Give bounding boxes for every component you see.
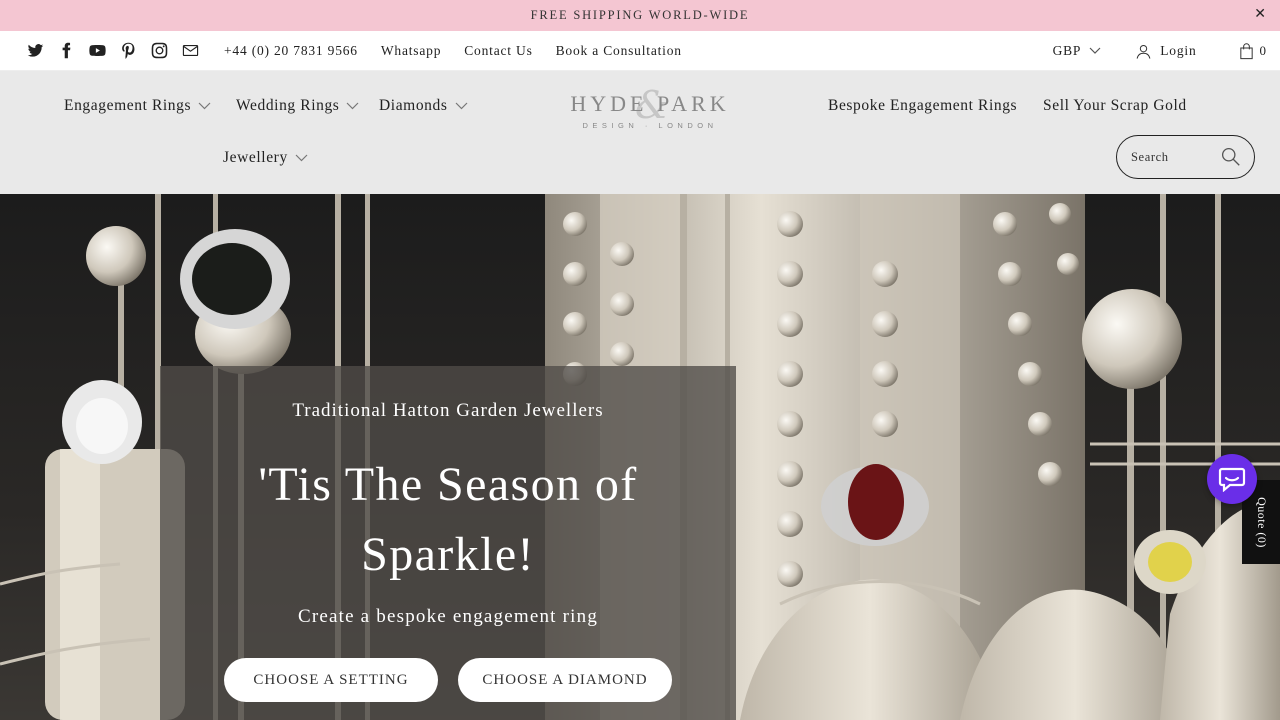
user-icon [1136, 44, 1151, 59]
choose-diamond-button[interactable]: CHOOSE A DIAMOND [458, 658, 672, 702]
login-label: Login [1160, 43, 1197, 58]
nav-label: Diamonds [379, 97, 448, 114]
book-consultation-link[interactable]: Book a Consultation [556, 43, 682, 59]
phone-link[interactable]: +44 (0) 20 7831 9566 [224, 43, 358, 59]
hero-headline-line1: 'Tis The Season of [258, 458, 638, 511]
hero-headline: 'Tis The Season of Sparkle! [160, 450, 736, 590]
chevron-down-icon [347, 102, 359, 110]
chevron-down-icon [455, 102, 467, 110]
quote-tab-label: Quote (0) [1254, 496, 1269, 548]
site-logo[interactable]: & HYDE PARK DESIGN · LONDON [555, 83, 745, 137]
cart-link[interactable]: 0 [1239, 42, 1267, 60]
announcement-text: FREE SHIPPING WORLD-WIDE [530, 8, 750, 22]
nav-bespoke-engagement-rings[interactable]: Bespoke Engagement Rings [828, 97, 1017, 115]
account-area: GBP Login 0 [1053, 31, 1266, 71]
chevron-down-icon [1089, 47, 1101, 54]
nav-diamonds[interactable]: Diamonds [379, 97, 468, 115]
social-links [26, 41, 200, 60]
nav-wedding-rings[interactable]: Wedding Rings [236, 97, 359, 115]
nav-label: Sell Your Scrap Gold [1043, 97, 1187, 114]
login-link[interactable]: Login [1135, 43, 1196, 60]
main-header: Engagement Rings Wedding Rings Diamonds … [0, 71, 1280, 194]
email-icon[interactable] [181, 41, 200, 60]
utility-links: +44 (0) 20 7831 9566 Whatsapp Contact Us… [224, 43, 682, 59]
choose-setting-button[interactable]: CHOOSE A SETTING [224, 658, 438, 702]
contact-us-link[interactable]: Contact Us [464, 43, 532, 59]
youtube-icon[interactable] [88, 41, 107, 60]
hero-headline-line2: Sparkle! [361, 528, 535, 581]
search-input[interactable]: Search [1116, 135, 1255, 179]
facebook-icon[interactable] [57, 41, 76, 60]
whatsapp-link[interactable]: Whatsapp [381, 43, 441, 59]
twitter-icon[interactable] [26, 41, 45, 60]
announcement-bar: FREE SHIPPING WORLD-WIDE ✕ [0, 0, 1280, 31]
search-placeholder: Search [1131, 149, 1169, 164]
utility-bar: +44 (0) 20 7831 9566 Whatsapp Contact Us… [0, 31, 1280, 71]
nav-jewellery[interactable]: Jewellery [223, 149, 308, 167]
shopping-bag-icon [1239, 42, 1253, 59]
logo-tagline: DESIGN · LONDON [582, 121, 718, 130]
hero-subline: Create a bespoke engagement ring [297, 606, 599, 627]
nav-label: Engagement Rings [64, 97, 192, 114]
instagram-icon[interactable] [150, 41, 169, 60]
nav-sell-scrap-gold[interactable]: Sell Your Scrap Gold [1043, 97, 1187, 115]
nav-label: Bespoke Engagement Rings [828, 97, 1018, 114]
currency-selector[interactable]: GBP [1053, 43, 1102, 59]
pinterest-icon[interactable] [119, 41, 138, 60]
search-icon[interactable] [1220, 146, 1241, 167]
chevron-down-icon [295, 154, 308, 162]
nav-label: Jewellery [223, 149, 288, 166]
chat-button[interactable] [1207, 454, 1257, 504]
logo-wordmark: HYDE PARK [570, 91, 730, 116]
hero-kicker: Traditional Hatton Garden Jewellers [292, 400, 604, 421]
close-icon[interactable]: ✕ [1254, 6, 1266, 22]
chat-bubble-icon [1218, 467, 1246, 492]
chevron-down-icon [198, 102, 211, 110]
nav-engagement-rings[interactable]: Engagement Rings [64, 97, 211, 115]
cart-count: 0 [1259, 43, 1267, 58]
nav-label: Wedding Rings [236, 97, 340, 114]
hero-banner: Traditional Hatton Garden Jewellers 'Tis… [0, 194, 1280, 720]
currency-label: GBP [1052, 43, 1082, 58]
